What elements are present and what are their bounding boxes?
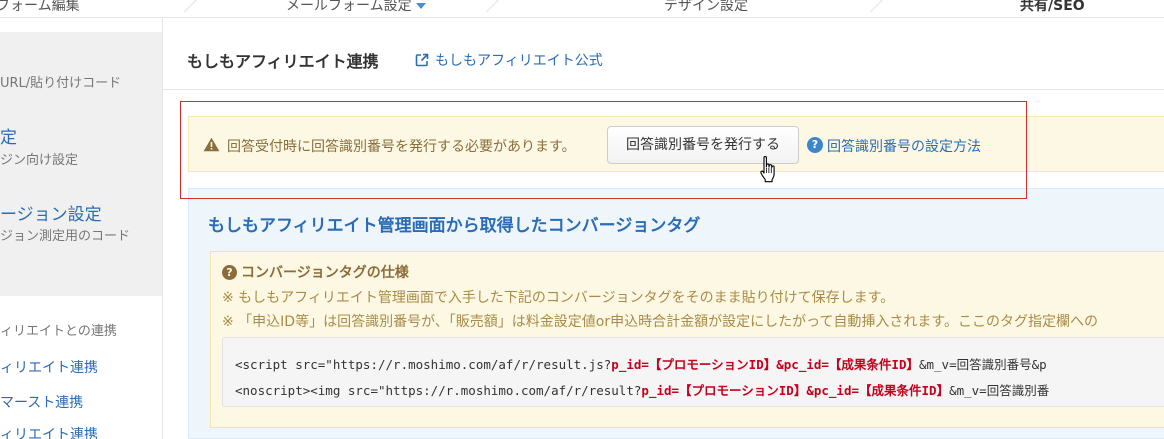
sidebar-link-affiliate-2[interactable]: マースト連携 [0,392,83,412]
nav-tab-form-edit[interactable]: フォーム編集 [0,0,80,15]
sidebar: URL/貼り付けコード 定 ジン向け設定 ージョン設定 ジョン測定用のコード ィ… [0,18,162,439]
code-text: &m_v=回答識別番 [949,383,1050,398]
nav-separator [862,0,884,17]
nav-tab-mailform-settings[interactable]: メールフォーム設定 [286,0,426,15]
conversion-tag-panel: もしもアフィリエイト管理画面から取得したコンバージョンタグ ? コンバージョンタ… [188,188,1164,439]
hand-pointer-icon [760,156,775,183]
nav-tab-design-settings[interactable]: デザイン設定 [664,0,748,15]
top-nav: フォーム編集 メールフォーム設定 デザイン設定 共有/SEO [0,0,1164,18]
tag-spec-box: ? コンバージョンタグの仕様 ※ もしもアフィリエイト管理画面で入手した下記のコ… [210,251,1164,428]
main-header: もしもアフィリエイト連携 もしもアフィリエイト公式 [163,18,1164,90]
caret-down-icon [415,3,426,9]
official-site-link[interactable]: もしもアフィリエイト公式 [415,50,603,70]
question-circle-icon: ? [222,264,237,280]
nav-tab-share-seo[interactable]: 共有/SEO [1020,0,1085,15]
page-title: もしもアフィリエイト連携 [187,52,379,71]
nav-separator [176,0,198,17]
sidebar-link-affiliate-1[interactable]: ィリエイト連携 [0,357,98,377]
official-site-link-label: もしもアフィリエイト公式 [435,53,603,69]
code-placeholder-promotion-id: p_id=【プロモーションID】 [611,357,777,372]
sidebar-item-settings-title[interactable]: 定 [0,123,17,148]
main-content: もしもアフィリエイト連携 もしもアフィリエイト公式 回答受付時に回答識別番号を発… [162,18,1164,439]
spec-note-2: ※ 「申込ID等」は回答識別番号が、「販売額」は料金設定値or申込時合計金額が設… [222,314,1099,330]
sidebar-item-conversion-sub: ジョン測定用のコード [0,229,131,244]
sidebar-item-conversion-title[interactable]: ージョン設定 [0,200,102,225]
code-text: &m_v=回答識別番号&p [918,357,1047,372]
sidebar-link-affiliate-3[interactable]: ィリエイト連携 [0,424,98,439]
highlight-box [180,101,1027,199]
external-link-icon [415,53,429,67]
conversion-tag-code[interactable]: <script src="https://r.moshimo.com/af/r/… [222,337,1164,407]
code-placeholder-condition-id: pc_id=【成果条件ID】 [813,383,950,398]
tag-spec-title: コンバージョンタグの仕様 [241,265,409,281]
code-text: & [776,357,784,372]
code-placeholder-condition-id: pc_id=【成果条件ID】 [783,357,919,372]
code-text: & [806,383,814,398]
conversion-tag-title: もしもアフィリエイト管理画面から取得したコンバージョンタグ [208,216,701,236]
nav-separator [478,0,500,17]
spec-note-1: ※ もしもアフィリエイト管理画面で入手した下記のコンバージョンタグをそのまま貼り… [222,290,895,306]
sidebar-item-settings-sub: ジン向け設定 [0,153,79,168]
code-text: <noscript><img src="https://r.moshimo.co… [235,383,642,398]
sidebar-group-label: ィリエイトとの連携 [0,324,117,339]
nav-tab-label: メールフォーム設定 [286,0,412,14]
code-line-1: <script src="https://r.moshimo.com/af/r/… [235,354,1047,373]
tag-spec-header: ? コンバージョンタグの仕様 [222,262,409,282]
sidebar-item-url-code[interactable]: URL/貼り付けコード [0,72,121,91]
code-placeholder-promotion-id: p_id=【プロモーションID】 [641,383,807,398]
code-text: <script src="https://r.moshimo.com/af/r/… [235,357,612,372]
code-line-2: <noscript><img src="https://r.moshimo.co… [235,380,1049,399]
